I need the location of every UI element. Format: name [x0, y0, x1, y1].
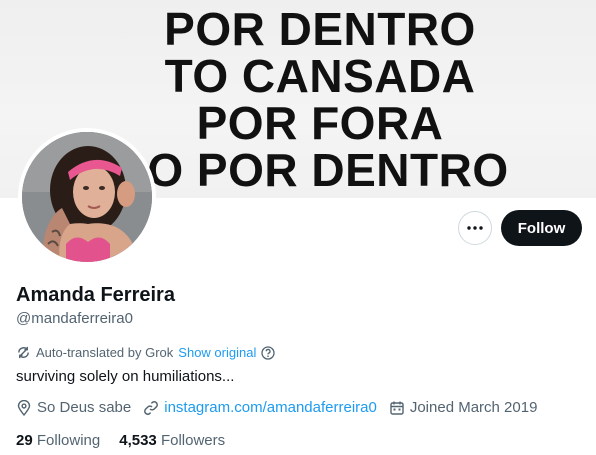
banner-line: TO CANSADA: [164, 50, 476, 102]
joined-text: Joined March 2019: [409, 399, 538, 416]
followers-link[interactable]: 4,533 Followers: [119, 432, 225, 449]
banner-line: POR DENTRO: [164, 3, 476, 55]
banner-line: POR FORA: [196, 97, 444, 149]
following-link[interactable]: 29 Following: [16, 432, 100, 449]
ellipsis-icon: [467, 226, 483, 230]
followers-label: Followers: [160, 432, 226, 449]
display-name: Amanda Ferreira: [16, 284, 175, 306]
help-icon[interactable]: [261, 345, 275, 360]
website-item[interactable]: instagram.com/amandaferreira0: [143, 399, 377, 416]
website-link[interactable]: instagram.com/amandaferreira0: [164, 399, 377, 416]
link-icon: [144, 400, 159, 415]
following-count: 29: [16, 432, 33, 449]
user-handle: @mandaferreira0: [16, 310, 133, 327]
avatar[interactable]: [18, 128, 156, 266]
follow-stats: 29 Following 4,533 Followers: [16, 432, 225, 449]
location-text: So Deus sabe: [37, 399, 132, 416]
translation-label: Auto-translated by Grok: [36, 345, 174, 360]
follow-button[interactable]: Follow: [501, 210, 582, 246]
show-original-link[interactable]: Show original: [178, 345, 256, 360]
bio-text: surviving solely on humiliations...: [16, 368, 235, 385]
joined-item: Joined March 2019: [389, 399, 538, 416]
translate-icon: [18, 346, 29, 359]
calendar-icon: [390, 401, 404, 415]
translation-notice: Auto-translated by Grok Show original: [16, 345, 275, 360]
location-item: So Deus sabe: [16, 399, 131, 416]
profile-meta: So Deus sabe instagram.com/amandaferreir…: [16, 399, 549, 416]
banner-line: O POR DENTRO: [147, 144, 509, 196]
more-options-button[interactable]: [458, 211, 492, 245]
location-pin-icon: [17, 399, 31, 416]
followers-count: 4,533: [119, 432, 157, 449]
following-label: Following: [36, 432, 101, 449]
